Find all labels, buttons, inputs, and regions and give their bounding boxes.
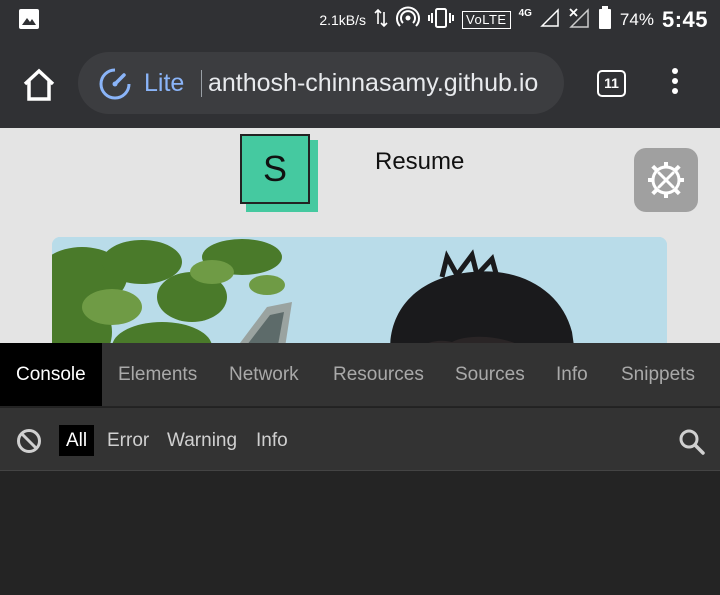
battery-icon xyxy=(598,6,612,34)
data-transfer-icon xyxy=(374,8,388,32)
settings-tools-icon xyxy=(648,162,684,198)
vibrate-icon xyxy=(428,7,455,33)
filter-info[interactable]: Info xyxy=(256,425,288,456)
profile-photo xyxy=(52,237,667,343)
omnibox[interactable]: Lite anthosh-chinnasamy.github.io xyxy=(78,52,564,114)
web-content: S Resume xyxy=(0,128,720,343)
logo-letter: S xyxy=(240,134,310,204)
resume-link[interactable]: Resume xyxy=(375,148,464,176)
console-filter-bar: All Error Warning Info xyxy=(0,407,720,471)
filter-error[interactable]: Error xyxy=(107,425,149,456)
filter-warning[interactable]: Warning xyxy=(167,425,237,456)
tab-resources[interactable]: Resources xyxy=(333,343,424,406)
devtools-panel: Console Elements Network Resources Sourc… xyxy=(0,343,720,595)
net-speed: 2.1kB/s xyxy=(319,12,367,28)
filter-all[interactable]: All xyxy=(59,425,95,456)
tab-sources[interactable]: Sources xyxy=(455,343,525,406)
devtools-tab-bar: Console Elements Network Resources Sourc… xyxy=(0,343,720,406)
clock: 5:45 xyxy=(661,7,708,32)
status-bar: 2.1kB/s VoLTE 4G 74% 5:45 xyxy=(0,0,720,40)
lite-label: Lite xyxy=(144,69,185,97)
home-icon xyxy=(23,68,55,101)
image-notification-icon xyxy=(18,8,40,35)
tab-network[interactable]: Network xyxy=(229,343,299,406)
tab-console[interactable]: Console xyxy=(0,343,102,406)
network-type: 4G xyxy=(518,8,532,19)
no-signal-icon xyxy=(568,7,590,33)
browser-toolbar: Lite anthosh-chinnasamy.github.io 11 xyxy=(0,40,720,128)
url-text[interactable]: anthosh-chinnasamy.github.io xyxy=(208,67,553,99)
tab-switcher-button[interactable]: 11 xyxy=(597,70,626,97)
omnibox-divider xyxy=(201,70,202,97)
more-vert-icon[interactable] xyxy=(665,68,685,100)
signal-icon xyxy=(540,8,560,32)
settings-button[interactable] xyxy=(634,148,698,212)
volte-badge: VoLTE xyxy=(462,11,511,29)
hotspot-icon xyxy=(396,6,421,34)
console-output[interactable] xyxy=(0,471,720,595)
search-icon[interactable] xyxy=(678,428,706,461)
site-logo[interactable]: S xyxy=(240,134,318,212)
screen: 2.1kB/s VoLTE 4G 74% 5:45 Lite anthosh-c… xyxy=(0,0,720,595)
tab-info[interactable]: Info xyxy=(556,343,588,406)
status-icons: 2.1kB/s VoLTE 4G 74% 5:45 xyxy=(319,6,708,34)
home-button[interactable] xyxy=(18,64,60,106)
lite-mode-icon[interactable] xyxy=(98,67,132,101)
tab-elements[interactable]: Elements xyxy=(118,343,197,406)
tab-snippets[interactable]: Snippets xyxy=(621,343,695,406)
battery-percent: 74% xyxy=(619,10,654,29)
clear-console-icon[interactable] xyxy=(16,428,42,459)
